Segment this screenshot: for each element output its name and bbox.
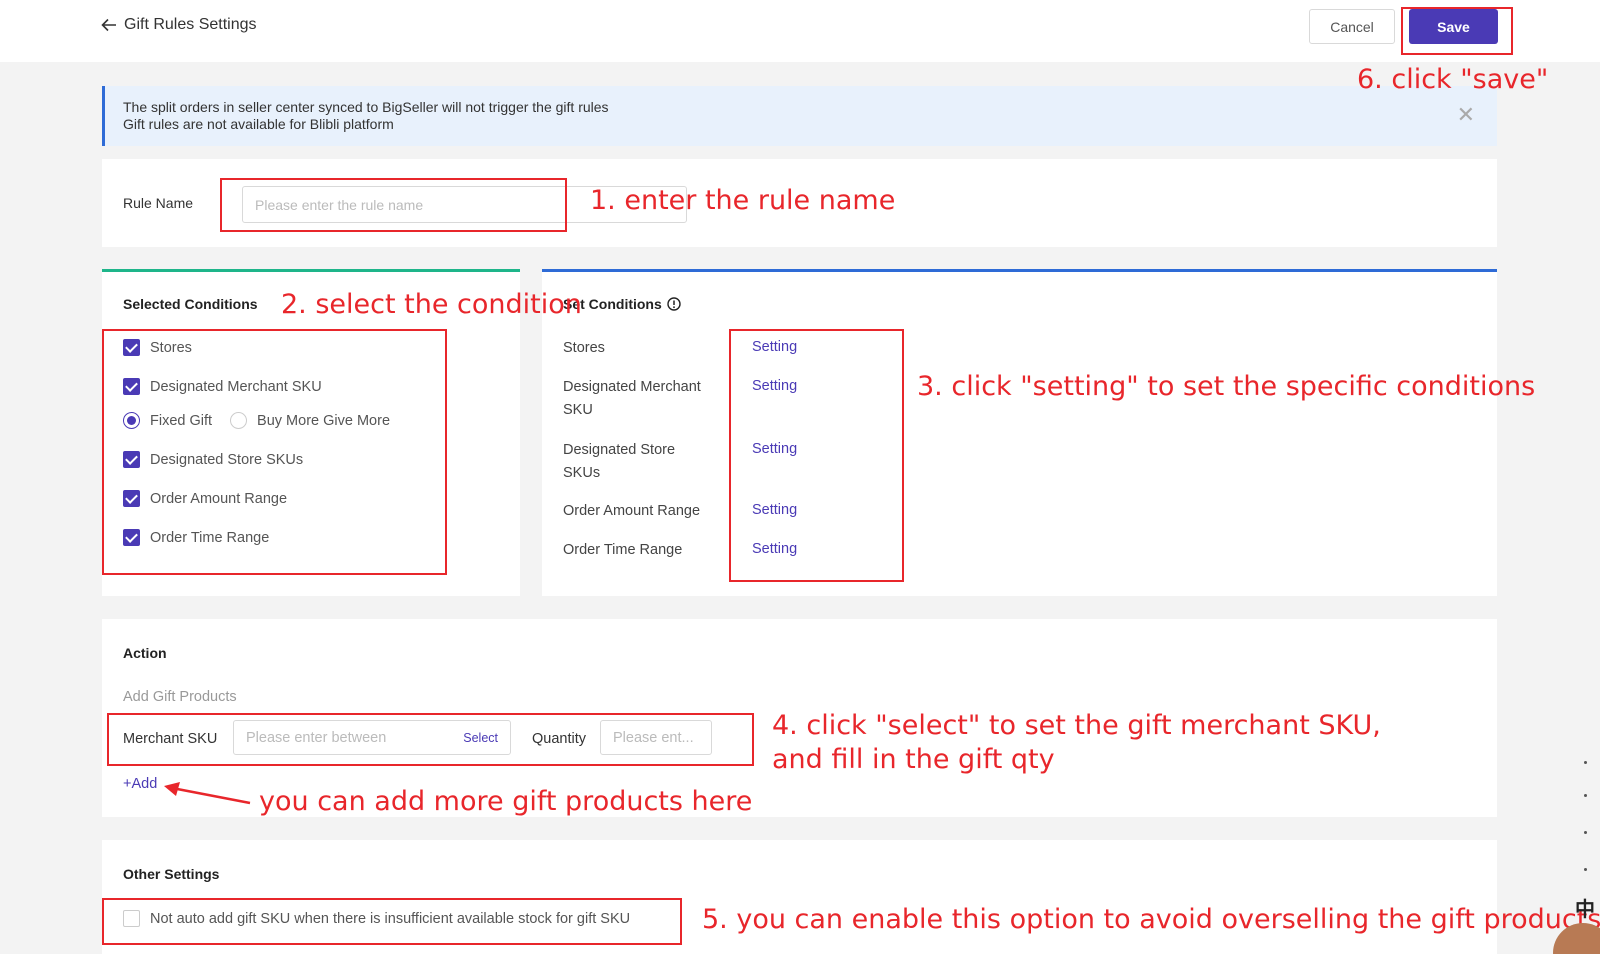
annotation-select-line2: and fill in the gift qty xyxy=(772,744,1055,775)
close-icon[interactable]: ✕ xyxy=(1457,104,1475,126)
selected-conditions-title: Selected Conditions xyxy=(123,296,258,312)
back-link[interactable]: Gift Rules Settings xyxy=(100,16,257,34)
info-icon[interactable] xyxy=(667,297,681,311)
annotation-select-line1: 4. click "select" to set the gift mercha… xyxy=(772,710,1381,741)
cancel-button[interactable]: Cancel xyxy=(1309,9,1395,44)
annotation-save: 6. click "save" xyxy=(1357,64,1549,95)
side-dot xyxy=(1584,794,1587,797)
side-dot xyxy=(1584,761,1587,764)
annotation-arrow-icon xyxy=(164,782,251,805)
set-label-store-skus: Designated Store SKUs xyxy=(563,442,676,481)
set-conditions-card: Set Conditions Stores Setting Designated… xyxy=(542,269,1497,596)
annotation-box-gift-product xyxy=(107,713,754,766)
add-gift-link[interactable]: +Add xyxy=(123,776,157,792)
info-notice: The split orders in seller center synced… xyxy=(102,86,1497,146)
set-label-order-amount: Order Amount Range xyxy=(563,503,701,519)
add-gift-products-label: Add Gift Products xyxy=(123,689,237,705)
set-label-merchant-sku: Designated Merchant SKU xyxy=(563,379,701,418)
side-dot xyxy=(1584,868,1587,871)
annotation-add: you can add more gift products here xyxy=(259,786,753,817)
notice-line-1: The split orders in seller center synced… xyxy=(123,99,609,115)
page-title: Gift Rules Settings xyxy=(124,16,257,33)
annotation-other-option: 5. you can enable this option to avoid o… xyxy=(702,904,1600,935)
top-bar: Gift Rules Settings Cancel Save xyxy=(0,0,1600,62)
arrow-left-icon xyxy=(101,18,116,32)
annotation-setting: 3. click "setting" to set the specific c… xyxy=(917,371,1536,402)
annotation-box-settings xyxy=(729,329,904,582)
side-dot xyxy=(1584,831,1587,834)
annotation-condition: 2. select the condition xyxy=(281,289,582,320)
rule-name-label: Rule Name xyxy=(123,195,194,211)
notice-line-2: Gift rules are not available for Blibli … xyxy=(123,116,394,132)
annotation-box-save xyxy=(1401,7,1513,55)
ime-indicator[interactable]: 中 xyxy=(1575,893,1595,922)
annotation-box-rule-name xyxy=(220,178,567,232)
action-title: Action xyxy=(123,645,167,661)
annotation-rule-name: 1. enter the rule name xyxy=(590,185,896,216)
other-settings-title: Other Settings xyxy=(123,866,220,882)
set-label-stores: Stores xyxy=(563,340,605,356)
annotation-box-conditions xyxy=(102,329,447,575)
set-label-order-time: Order Time Range xyxy=(563,542,683,558)
annotation-box-other-option xyxy=(102,898,682,945)
